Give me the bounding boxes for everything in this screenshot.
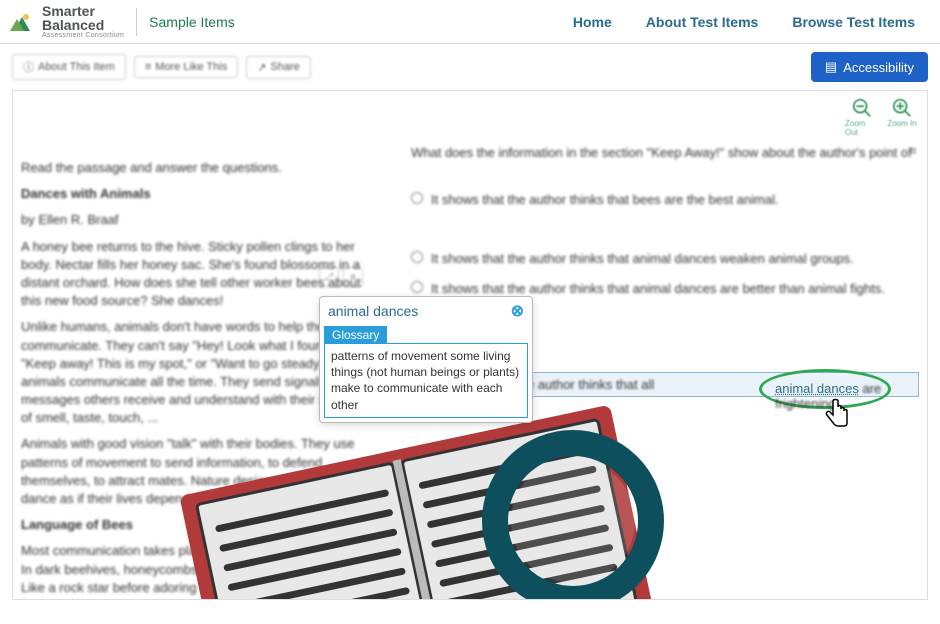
zoom-in-button[interactable]: Zoom In bbox=[885, 97, 919, 137]
sample-items-label[interactable]: Sample Items bbox=[149, 14, 235, 30]
accessibility-button[interactable]: ▤Accessibility bbox=[811, 52, 928, 82]
glossary-popup: animal dances ⊗ Glossary patterns of mov… bbox=[319, 296, 533, 423]
brand-line1: Smarter bbox=[42, 4, 124, 18]
glossary-tab[interactable]: Glossary bbox=[324, 326, 387, 344]
logo-icon bbox=[10, 9, 36, 35]
question-pane: What does the information in the section… bbox=[411, 141, 919, 306]
zoom-out-icon bbox=[851, 97, 873, 119]
top-nav: Home About Test Items Browse Test Items bbox=[573, 14, 930, 30]
nav-browse[interactable]: Browse Test Items bbox=[792, 14, 915, 30]
item-toolbar: ⓘAbout This Item ≡More Like This ↗Share bbox=[12, 54, 311, 80]
book-magnifier-illustration bbox=[173, 401, 733, 600]
about-item-button[interactable]: ⓘAbout This Item bbox=[12, 54, 126, 80]
accessibility-icon: ▤ bbox=[825, 59, 837, 75]
pointer-cursor-icon bbox=[821, 395, 855, 435]
brand-line3: Assessment Consortium bbox=[42, 32, 124, 39]
share-button[interactable]: ↗Share bbox=[246, 56, 311, 79]
glossary-popup-title: animal dances bbox=[328, 303, 418, 319]
glossary-definition: patterns of movement some living things … bbox=[324, 343, 528, 418]
more-like-this-button[interactable]: ≡More Like This bbox=[134, 56, 238, 78]
option-a[interactable]: It shows that the author thinks that bee… bbox=[411, 188, 919, 211]
passage-byline: by Ellen R. Braaf bbox=[21, 211, 371, 229]
close-icon[interactable]: ⊗ bbox=[511, 301, 524, 321]
zoom-in-icon bbox=[891, 97, 913, 119]
header-divider bbox=[136, 8, 137, 36]
nav-home[interactable]: Home bbox=[573, 14, 612, 30]
zoom-controls: Zoom Out Zoom In bbox=[845, 97, 919, 137]
passage-title: Dances with Animals bbox=[21, 185, 371, 203]
header: Smarter Balanced Assessment Consortium S… bbox=[0, 0, 940, 44]
list-icon: ≡ bbox=[145, 61, 151, 73]
passage-instruction: Read the passage and answer the question… bbox=[21, 159, 371, 177]
item-viewer: Zoom Out Zoom In ≡ ⤢ ≡ Read the passage … bbox=[12, 90, 928, 600]
nav-about[interactable]: About Test Items bbox=[646, 14, 759, 30]
zoom-out-button[interactable]: Zoom Out bbox=[845, 97, 879, 137]
share-icon: ↗ bbox=[257, 61, 266, 74]
logo[interactable]: Smarter Balanced Assessment Consortium bbox=[10, 4, 124, 39]
brand-line2: Balanced bbox=[42, 18, 124, 32]
question-stem: What does the information in the section… bbox=[411, 141, 919, 164]
info-icon: ⓘ bbox=[23, 59, 34, 75]
option-c[interactable]: It shows that the author thinks that ani… bbox=[411, 247, 919, 270]
